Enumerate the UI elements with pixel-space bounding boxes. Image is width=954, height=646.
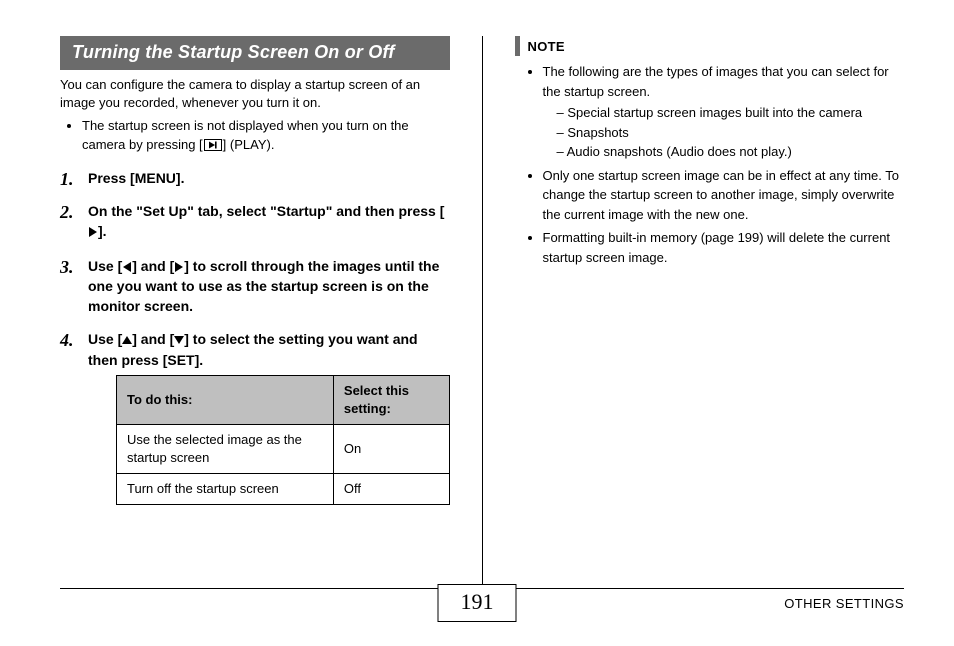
step-4: Use [] and [] to select the setting you …: [60, 330, 450, 505]
note-heading: NOTE: [515, 36, 905, 56]
note-list: The following are the types of images th…: [515, 62, 905, 267]
note-subitem: Special startup screen images built into…: [557, 103, 905, 123]
page-footer: 191 OTHER SETTINGS: [0, 588, 954, 630]
table-row: Turn off the startup screen Off: [117, 474, 450, 505]
table-header-right: Select this setting:: [333, 375, 449, 424]
column-divider: [482, 36, 483, 591]
table-cell: On: [333, 424, 449, 473]
steps-list: Press [MENU]. On the "Set Up" tab, selec…: [60, 169, 450, 506]
note-item: The following are the types of images th…: [543, 62, 905, 162]
step-2-a: On the "Set Up" tab, select "Startup" an…: [88, 203, 444, 219]
table-cell: Turn off the startup screen: [117, 474, 334, 505]
step-2-b: ].: [98, 223, 107, 239]
table-row: Use the selected image as the startup sc…: [117, 424, 450, 473]
step-4-b: ] and [: [132, 331, 174, 347]
section-heading: Turning the Startup Screen On or Off: [60, 36, 450, 70]
triangle-right-icon: [174, 258, 184, 278]
table-cell: Use the selected image as the startup sc…: [117, 424, 334, 473]
note-item-text: The following are the types of images th…: [543, 64, 889, 99]
note-subitem: Snapshots: [557, 123, 905, 143]
note-label: NOTE: [528, 39, 565, 54]
content-columns: Turning the Startup Screen On or Off You…: [60, 36, 904, 591]
table-header-row: To do this: Select this setting:: [117, 375, 450, 424]
left-column: Turning the Startup Screen On or Off You…: [60, 36, 454, 591]
triangle-right-icon: [88, 223, 98, 243]
intro-bullets: The startup screen is not displayed when…: [60, 117, 450, 157]
intro-text: You can configure the camera to display …: [60, 76, 450, 111]
triangle-up-icon: [122, 331, 132, 351]
step-3-a: Use [: [88, 258, 122, 274]
step-2: On the "Set Up" tab, select "Startup" an…: [60, 202, 450, 242]
note-subitem: Audio snapshots (Audio does not play.): [557, 142, 905, 162]
table-cell: Off: [333, 474, 449, 505]
step-3: Use [] and [] to scroll through the imag…: [60, 257, 450, 317]
settings-table: To do this: Select this setting: Use the…: [116, 375, 450, 506]
note-item: Only one startup screen image can be in …: [543, 166, 905, 225]
manual-page: Turning the Startup Screen On or Off You…: [0, 0, 954, 646]
table-header-left: To do this:: [117, 375, 334, 424]
step-1: Press [MENU].: [60, 169, 450, 189]
footer-section-label: OTHER SETTINGS: [784, 596, 904, 611]
right-column: NOTE The following are the types of imag…: [511, 36, 905, 591]
step-3-b: ] and [: [132, 258, 174, 274]
note-item: Formatting built-in memory (page 199) wi…: [543, 228, 905, 267]
note-bar-icon: [515, 36, 520, 56]
intro-bullet: The startup screen is not displayed when…: [82, 117, 450, 157]
page-number: 191: [438, 584, 517, 622]
step-4-a: Use [: [88, 331, 122, 347]
triangle-down-icon: [174, 331, 184, 351]
play-icon: [204, 138, 222, 157]
triangle-left-icon: [122, 258, 132, 278]
intro-bullet-after: ] (PLAY).: [223, 137, 275, 152]
note-sublist: Special startup screen images built into…: [543, 103, 905, 162]
